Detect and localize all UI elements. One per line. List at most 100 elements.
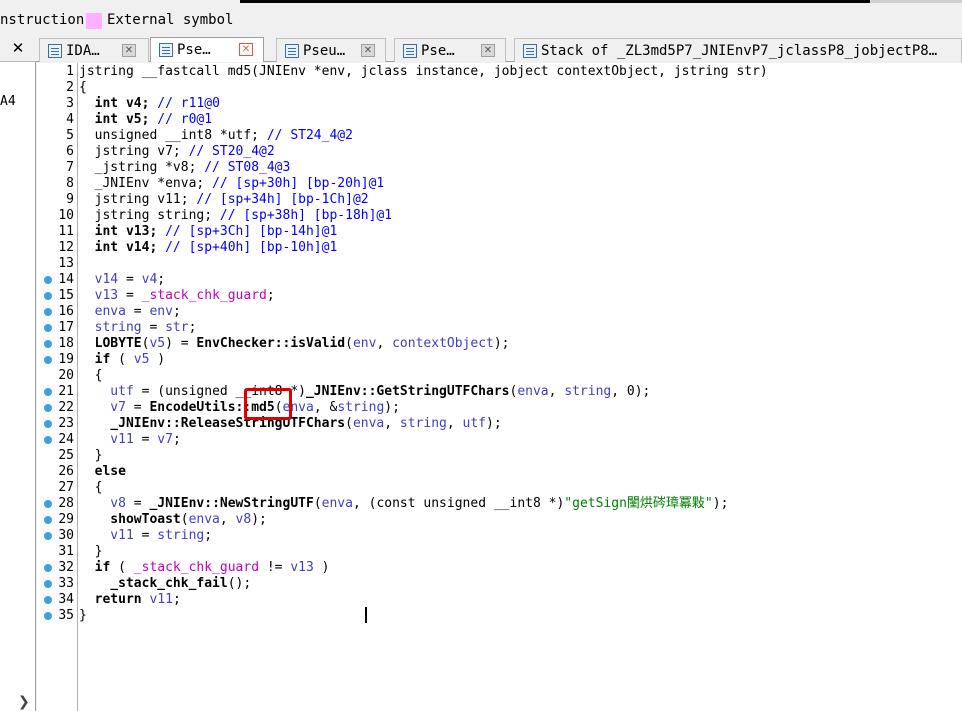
code-text[interactable]: unsigned __int8 *utf; // ST24_4@2 [79, 128, 353, 144]
code-text[interactable]: _stack_chk_fail(); [79, 576, 251, 592]
code-token: // [sp+30h] [bp-20h]@1 [212, 176, 385, 191]
code-text[interactable]: v8 = _JNIEnv::NewStringUTF(enva, (const … [79, 496, 728, 512]
code-line[interactable]: 26 else [37, 464, 962, 480]
code-text[interactable]: jstring string; // [sp+38h] [bp-18h]@1 [79, 208, 392, 224]
code-line[interactable]: 16 enva = env; [37, 304, 962, 320]
code-line[interactable]: 15 v13 = _stack_chk_guard; [37, 288, 962, 304]
code-line[interactable]: 8 _JNIEnv *enva; // [sp+30h] [bp-20h]@1 [37, 176, 962, 192]
code-token: EnvChecker::isValid [196, 336, 346, 351]
code-line[interactable]: 6 jstring v7; // ST20_4@2 [37, 144, 962, 160]
code-line[interactable]: 4 int v5; // r0@1 [37, 112, 962, 128]
panel-close-button[interactable]: ✕ [0, 36, 36, 62]
code-text[interactable]: _jstring *v8; // ST08_4@3 [79, 160, 291, 176]
code-line[interactable]: 28 v8 = _JNIEnv::NewStringUTF(enva, (con… [37, 496, 962, 512]
code-text[interactable]: _JNIEnv *enva; // [sp+30h] [bp-20h]@1 [79, 176, 385, 192]
code-line[interactable]: 13 [37, 256, 962, 272]
scroll-right-icon[interactable]: ❯ [18, 694, 30, 710]
tab-close-icon[interactable]: ✕ [361, 44, 375, 57]
tab-close-icon[interactable]: ✕ [481, 44, 495, 57]
code-line[interactable]: 3 int v4; // r11@0 [37, 96, 962, 112]
code-text[interactable]: enva = env; [79, 304, 181, 320]
code-line[interactable]: 10 jstring string; // [sp+38h] [bp-18h]@… [37, 208, 962, 224]
tab-pseudocode-active[interactable]: Pse… ✕ [150, 37, 264, 62]
code-line[interactable]: 32 if ( _stack_chk_guard != v13 ) [37, 560, 962, 576]
code-line[interactable]: 25 } [37, 448, 962, 464]
code-text[interactable]: jstring __fastcall md5(JNIEnv *env, jcla… [79, 64, 768, 80]
code-text[interactable]: { [79, 368, 103, 384]
tab-ida-view[interactable]: IDA… ✕ [39, 38, 149, 62]
code-text[interactable]: int v14; // [sp+40h] [bp-10h]@1 [79, 240, 338, 256]
code-line[interactable]: 20 { [37, 368, 962, 384]
code-line[interactable]: 17 string = str; [37, 320, 962, 336]
code-token: int v5; [79, 112, 158, 127]
tab-close-icon[interactable]: ✕ [239, 43, 253, 56]
code-text[interactable]: string = str; [79, 320, 197, 336]
code-line[interactable]: 29 showToast(enva, v8); [37, 512, 962, 528]
code-text[interactable]: int v5; // r0@1 [79, 112, 212, 128]
code-line[interactable]: 14 v14 = v4; [37, 272, 962, 288]
code-text[interactable]: { [79, 480, 103, 496]
code-text[interactable]: v13 = _stack_chk_guard; [79, 288, 275, 304]
code-text[interactable]: v14 = v4; [79, 272, 165, 288]
code-text[interactable]: v11 = v7; [79, 432, 180, 448]
code-text[interactable]: v7 = EncodeUtils::md5(enva, &string); [79, 400, 400, 416]
code-token: v4 [141, 272, 158, 287]
code-line[interactable]: 18 LOBYTE(v5) = EnvChecker::isValid(env,… [37, 336, 962, 352]
code-text[interactable]: showToast(enva, v8); [79, 512, 267, 528]
code-line[interactable]: 7 _jstring *v8; // ST08_4@3 [37, 160, 962, 176]
code-line[interactable]: 9 jstring v11; // [sp+34h] [bp-1Ch]@2 [37, 192, 962, 208]
code-token: string [157, 528, 205, 543]
line-number: 9 [66, 192, 74, 207]
code-text[interactable]: } [79, 544, 103, 560]
code-line[interactable]: 33 _stack_chk_fail(); [37, 576, 962, 592]
code-token: jstring v7; [79, 144, 189, 159]
code-line[interactable]: 30 v11 = string; [37, 528, 962, 544]
code-token: ; [266, 288, 275, 303]
code-line[interactable]: 5 unsigned __int8 *utf; // ST24_4@2 [37, 128, 962, 144]
code-line[interactable]: 19 if ( v5 ) [37, 352, 962, 368]
code-text[interactable]: int v4; // r11@0 [79, 96, 220, 112]
code-token: ; [204, 528, 213, 543]
legend-external-label: External symbol [107, 12, 234, 28]
code-text[interactable]: int v13; // [sp+3Ch] [bp-14h]@1 [79, 224, 338, 240]
functions-panel[interactable]: ✕ A4 ❯ [0, 36, 36, 711]
code-line[interactable]: 23 _JNIEnv::ReleaseStringUTFChars(enva, … [37, 416, 962, 432]
code-line[interactable]: 2{ [37, 80, 962, 96]
code-token: // [sp+38h] [bp-18h]@1 [219, 208, 393, 223]
code-line[interactable]: 22 v7 = EncodeUtils::md5(enva, &string); [37, 400, 962, 416]
code-text[interactable]: } [79, 608, 87, 624]
code-text[interactable]: return v11; [79, 592, 181, 608]
code-token: ; [172, 592, 181, 607]
code-text[interactable]: jstring v7; // ST20_4@2 [79, 144, 275, 160]
code-token: _stack_chk_fail [79, 576, 228, 591]
tab-stack-of-md5[interactable]: Stack of _ZL3md5P7_JNIEnvP7_jclassP8_job… [514, 38, 962, 62]
code-text[interactable]: } [79, 448, 103, 464]
code-text[interactable]: utf = (unsigned __int8 *)_JNIEnv::GetStr… [79, 384, 650, 400]
code-text[interactable]: LOBYTE(v5) = EnvChecker::isValid(env, co… [79, 336, 510, 352]
tab-close-icon[interactable]: ✕ [122, 44, 136, 57]
code-line[interactable]: 11 int v13; // [sp+3Ch] [bp-14h]@1 [37, 224, 962, 240]
code-line[interactable]: 12 int v14; // [sp+40h] [bp-10h]@1 [37, 240, 962, 256]
pseudocode-view[interactable]: 1 jstring __fastcall md5(JNIEnv *env, jcl… [37, 63, 962, 711]
code-line[interactable]: 1 jstring __fastcall md5(JNIEnv *env, jcl… [37, 64, 962, 80]
address-fragment: A4 [0, 94, 16, 109]
line-number: 23 [58, 416, 74, 431]
code-text[interactable]: if ( v5 ) [79, 352, 165, 368]
code-text[interactable]: jstring v11; // [sp+34h] [bp-1Ch]@2 [79, 192, 369, 208]
code-line[interactable]: 27 { [37, 480, 962, 496]
tab-label: Pse… [421, 42, 455, 59]
tab-pseudocode-3[interactable]: Pse… ✕ [394, 38, 506, 62]
code-line[interactable]: 35} [37, 608, 962, 624]
code-line[interactable]: 21 utf = (unsigned __int8 *)_JNIEnv::Get… [37, 384, 962, 400]
code-text[interactable]: { [79, 80, 87, 96]
line-number: 30 [58, 528, 74, 543]
navigation-band[interactable] [240, 0, 962, 3]
code-line[interactable]: 34 return v11; [37, 592, 962, 608]
code-line[interactable]: 31 } [37, 544, 962, 560]
tab-pseudocode-2[interactable]: Pseu… ✕ [276, 38, 386, 62]
code-text[interactable]: v11 = string; [79, 528, 212, 544]
code-text[interactable]: if ( _stack_chk_guard != v13 ) [79, 560, 330, 576]
code-token: unsigned __int8 *utf; [79, 128, 267, 143]
code-text[interactable]: else [79, 464, 126, 480]
code-line[interactable]: 24 v11 = v7; [37, 432, 962, 448]
